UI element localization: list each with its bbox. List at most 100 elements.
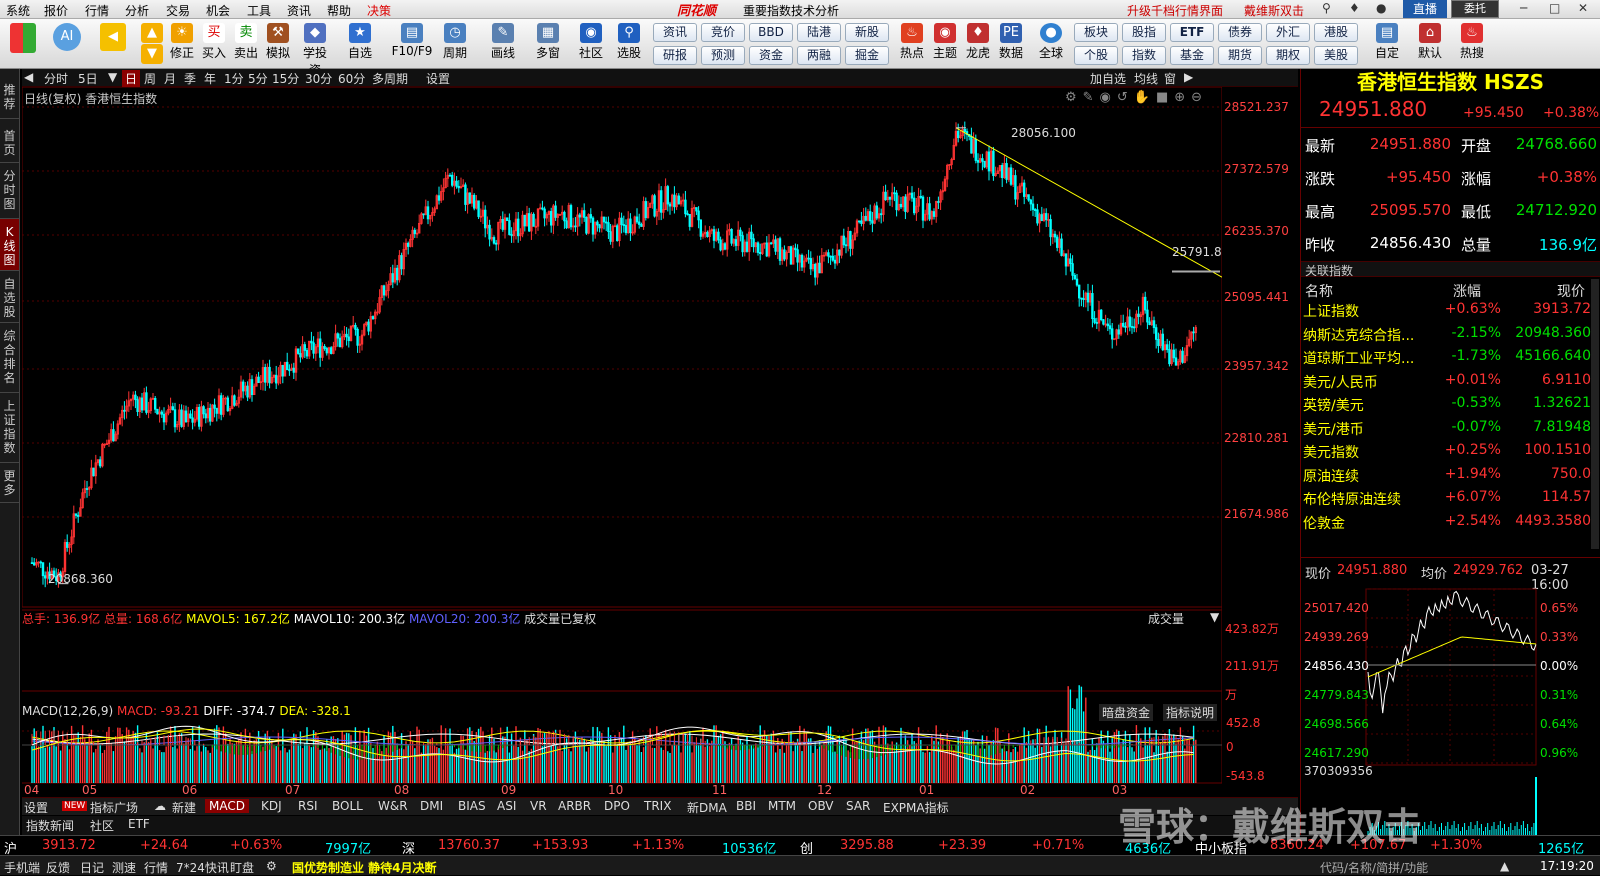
side-tab-home[interactable]: 首页 — [0, 119, 19, 163]
grid-usstock[interactable]: 美股 — [1314, 46, 1358, 65]
tab-quarter[interactable]: 季 — [184, 70, 196, 87]
mobile-link[interactable]: 手机端 — [4, 859, 40, 876]
grid-etf[interactable]: ETF — [1170, 23, 1214, 42]
related-row[interactable]: 英镑/美元 -0.53% 1.32621 — [1301, 393, 1597, 416]
grid-ipo[interactable]: 新股 — [845, 23, 889, 42]
menu-system[interactable]: 系统 — [6, 2, 30, 19]
grid-mining[interactable]: 掘金 — [845, 46, 889, 65]
close-icon[interactable]: ✕ — [1578, 1, 1588, 15]
diary-link[interactable]: 日记 — [80, 859, 104, 876]
dragon-button[interactable]: ♦ 龙虎 — [963, 23, 993, 61]
maximize-icon[interactable]: □ — [1549, 1, 1560, 15]
menu-news[interactable]: 资讯 — [287, 2, 311, 19]
indicator-kdj[interactable]: KDJ — [261, 799, 282, 813]
tab-week[interactable]: 周 — [144, 70, 156, 87]
dark-pool-button[interactable]: 暗盘资金 — [1099, 704, 1154, 721]
cy-value[interactable]: 3295.88 — [840, 838, 894, 853]
grid-research[interactable]: 研报 — [653, 46, 697, 65]
grid-hkstock[interactable]: 港股 — [1314, 23, 1358, 42]
chat-icon[interactable]: ☁ — [154, 799, 166, 813]
expand-icon[interactable]: ▶ — [1184, 70, 1193, 84]
tab-month[interactable]: 月 — [164, 70, 176, 87]
grid-forecast[interactable]: 预测 — [701, 46, 745, 65]
related-row[interactable]: 伦敦金 +2.54% 4493.3580 — [1301, 511, 1597, 534]
tab-year[interactable]: 年 — [204, 70, 216, 87]
indicator-wr[interactable]: W&R — [378, 799, 408, 813]
tab-15min[interactable]: 15分 — [272, 70, 299, 87]
indicator-mtm[interactable]: MTM — [768, 799, 796, 813]
fix-button[interactable]: ☀ 修正 — [167, 23, 197, 61]
global-button[interactable]: ● 全球 — [1036, 23, 1066, 61]
buy-button[interactable]: 买买入 — [199, 23, 229, 61]
dropdown-icon[interactable]: ▼ — [108, 70, 117, 84]
add-watch-button[interactable]: 加自选 — [1090, 70, 1126, 87]
minimize-icon[interactable]: ─ — [1520, 1, 1527, 15]
grid-margin[interactable]: 两融 — [797, 46, 841, 65]
related-row[interactable]: 道琼斯工业平均... -1.73% 45166.640 — [1301, 346, 1597, 369]
grid-bbd[interactable]: BBD — [749, 23, 793, 42]
indicator-obv[interactable]: OBV — [808, 799, 834, 813]
side-tab-watchlist[interactable]: 自选股 — [0, 271, 19, 323]
window-button[interactable]: 窗 — [1164, 70, 1176, 87]
related-row[interactable]: 布伦特原油连续 +6.07% 114.57 — [1301, 487, 1597, 510]
user-name[interactable]: 戴维斯双击 — [1244, 2, 1304, 19]
indicator-settings[interactable]: 设置 — [24, 799, 48, 816]
side-tab-recommend[interactable]: 推荐 — [0, 69, 19, 119]
related-row[interactable]: 美元/港币 -0.07% 7.81948 — [1301, 417, 1597, 440]
grid-stock[interactable]: 个股 — [1074, 46, 1118, 65]
menu-quote[interactable]: 报价 — [44, 2, 68, 19]
live-button[interactable]: 直播 — [1403, 0, 1447, 18]
indicator-arbr[interactable]: ARBR — [558, 799, 591, 813]
custom-button[interactable]: ▤ 自定 — [1372, 23, 1402, 61]
menu-chance[interactable]: 机会 — [206, 2, 230, 19]
sz-value[interactable]: 13760.37 — [438, 838, 500, 853]
sh-value[interactable]: 3913.72 — [42, 838, 96, 853]
upgrade-link[interactable]: 升级千档行情界面 — [1127, 2, 1223, 19]
user-icon[interactable]: ● — [1376, 1, 1386, 15]
menu-tools[interactable]: 工具 — [247, 2, 271, 19]
menu-market[interactable]: 行情 — [85, 2, 109, 19]
tab-5day[interactable]: 5日 — [78, 70, 98, 87]
grid-forex[interactable]: 外汇 — [1266, 23, 1310, 42]
tab-multi[interactable]: 多周期 — [372, 70, 408, 87]
indicator-sar[interactable]: SAR — [846, 799, 870, 813]
grid-futures[interactable]: 期货 — [1218, 46, 1262, 65]
grid-auction[interactable]: 竞价 — [701, 23, 745, 42]
speedtest-link[interactable]: 测速 — [112, 859, 136, 876]
theme-button[interactable]: ◉ 主题 — [930, 23, 960, 61]
chart-icon[interactable]: ▲ — [1500, 859, 1509, 873]
volume-select[interactable]: 成交量 — [1148, 610, 1184, 627]
feedback-link[interactable]: 反馈 — [46, 859, 70, 876]
grid-index[interactable]: 指数 — [1122, 46, 1166, 65]
related-row[interactable]: 原油连续 +1.94% 750.0 — [1301, 464, 1597, 487]
menu-help[interactable]: 帮助 — [327, 2, 351, 19]
bell-icon[interactable]: ♦ — [1349, 1, 1360, 15]
f10-button[interactable]: ▤ F10/F9 — [390, 23, 434, 58]
menu-trade[interactable]: 交易 — [166, 2, 190, 19]
grid-hk[interactable]: 陆港 — [797, 23, 841, 42]
tab-timeshare[interactable]: 分时 — [44, 70, 68, 87]
side-tab-kline[interactable]: K线图 — [0, 219, 19, 271]
tab-5min[interactable]: 5分 — [248, 70, 268, 87]
tab-index-news[interactable]: 指数新闻 — [26, 817, 74, 834]
period-button[interactable]: ◷ 周期 — [440, 23, 470, 61]
screener-button[interactable]: ⚲ 选股 — [614, 23, 644, 61]
updown-icon[interactable]: ▲ ▼ — [137, 23, 167, 65]
data-button[interactable]: PE 数据 — [996, 23, 1026, 61]
layout-icon[interactable] — [8, 23, 38, 54]
search-icon[interactable]: ⚲ — [1322, 1, 1331, 15]
watchlist-button[interactable]: ★ 自选 — [345, 23, 375, 61]
collapse-icon[interactable]: ◀ — [24, 70, 33, 84]
news724-link[interactable]: 7*24快讯 — [176, 859, 229, 876]
indicator-dpo[interactable]: DPO — [604, 799, 630, 813]
tab-30min[interactable]: 30分 — [305, 70, 332, 87]
chevron-down-icon[interactable]: ▼ — [1210, 610, 1219, 624]
menu-decision[interactable]: 决策 — [367, 2, 391, 19]
indicator-plaza[interactable]: 指标广场 — [90, 799, 138, 816]
related-row[interactable]: 美元/人民币 +0.01% 6.9110 — [1301, 370, 1597, 393]
back-icon[interactable]: ◀ — [98, 23, 128, 52]
indicator-vr[interactable]: VR — [530, 799, 547, 813]
side-tab-timeshare[interactable]: 分时图 — [0, 163, 19, 219]
scrollbar[interactable] — [1591, 279, 1599, 549]
grid-stockidx[interactable]: 股指 — [1122, 23, 1166, 42]
